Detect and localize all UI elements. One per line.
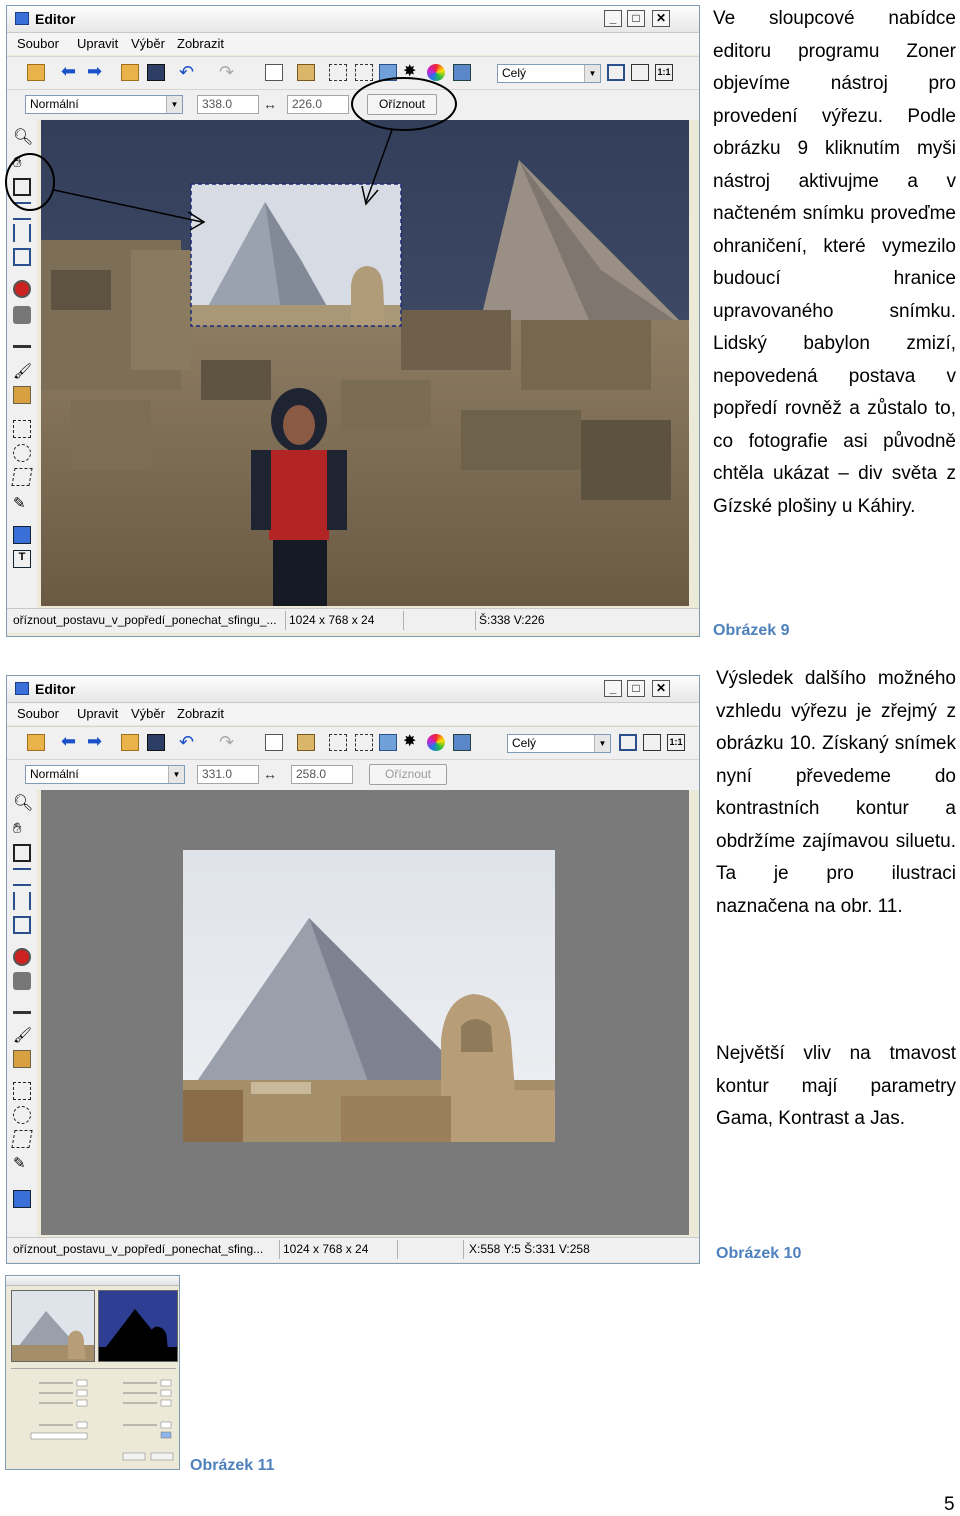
polygon-select-icon[interactable] [11, 1130, 33, 1148]
zoom-value: Celý [512, 736, 537, 750]
status-image-size: 1024 x 768 x 24 [283, 1242, 369, 1256]
crop-tool-highlight-circle [5, 153, 55, 211]
image-adjust-icon[interactable] [379, 734, 397, 751]
paragraph-2: Výsledek dalšího možného vzhledu výřezu … [716, 668, 956, 917]
frame-tool-icon[interactable] [13, 916, 31, 934]
contour-dialog-thumbnail [5, 1275, 180, 1470]
magic-wand-icon[interactable]: ✎ [13, 1154, 31, 1172]
color-wheel-icon[interactable] [427, 734, 445, 751]
fill-tool-icon[interactable] [13, 1050, 31, 1068]
annotation-arrow [365, 129, 393, 203]
slider-controls [30, 1379, 174, 1461]
status-separator [463, 1240, 464, 1259]
cropped-pyramid-photo [183, 850, 555, 1142]
image-canvas[interactable] [41, 790, 689, 1235]
hand-tool-icon[interactable]: ✋︎ [13, 820, 31, 838]
fit-height-icon[interactable] [643, 734, 661, 751]
mode-select[interactable]: Normální ▼ [25, 765, 185, 784]
redo-icon[interactable]: ↷ [219, 733, 237, 751]
dialog-controls-panel [11, 1368, 176, 1464]
close-button[interactable]: ✕ [652, 680, 670, 697]
menu-bar: Soubor Upravit Výběr Zobrazit [7, 703, 699, 725]
title-bar: Editor _ □ ✕ [7, 676, 699, 703]
status-separator [397, 1240, 398, 1259]
fit-window-icon[interactable] [619, 734, 637, 751]
caption-figure-9: Obrázek 9 [713, 622, 790, 639]
lasso-select-icon[interactable] [13, 1106, 31, 1124]
menu-soubor[interactable]: Soubor [17, 706, 59, 721]
red-eye-tool-icon[interactable] [13, 948, 31, 966]
arrow-head-icon [361, 185, 379, 206]
dialog-title-bar [6, 1276, 179, 1286]
silhouette-thumbnail [99, 1291, 177, 1361]
mode-value: Normální [30, 767, 79, 781]
rect-select-icon[interactable] [13, 1082, 31, 1100]
minimize-button[interactable]: _ [604, 680, 622, 697]
effects-icon[interactable] [453, 734, 471, 751]
horizon-tool-icon[interactable] [13, 868, 31, 886]
menu-zobrazit[interactable]: Zobrazit [177, 706, 224, 721]
zoom-tool-icon[interactable]: 🔍︎ [13, 796, 33, 814]
copy-icon[interactable] [265, 734, 283, 751]
back-arrow-icon[interactable]: ⬅ [61, 732, 79, 751]
rotate-icon[interactable] [329, 734, 347, 751]
window-title: Editor [35, 681, 76, 697]
left-toolbox: 🔍︎ ✋︎ 🖌︎ ✎ [7, 790, 37, 1240]
crop-height-input[interactable]: 258.0 [291, 765, 353, 784]
status-cursor-info: X:558 Y:5 Š:331 V:258 [469, 1242, 590, 1256]
chevron-down-icon: ▼ [168, 766, 184, 783]
maximize-button[interactable]: □ [627, 680, 645, 697]
page-number: 5 [944, 1494, 955, 1515]
brush-tool-icon[interactable]: 🖌︎ [13, 1026, 32, 1044]
zoom-1to1-button[interactable]: 1:1 [667, 734, 685, 751]
forward-arrow-icon[interactable]: ➡ [87, 732, 105, 751]
resize-icon[interactable] [355, 734, 373, 751]
main-toolbar: ⬅ ➡ ↶ ↷ ✸ Celý ▼ 1:1 [7, 726, 699, 760]
crop-width-input[interactable]: 331.0 [197, 765, 259, 784]
editor-window-figure-10: Editor _ □ ✕ Soubor Upravit Výběr Zobraz… [6, 675, 700, 1264]
smudge-tool-icon[interactable] [13, 996, 31, 1014]
preview-original [11, 1290, 95, 1362]
undo-icon[interactable]: ↶ [179, 733, 197, 751]
menu-upravit[interactable]: Upravit [77, 706, 118, 721]
open-folder-icon[interactable] [27, 734, 45, 751]
preview-contour [98, 1290, 178, 1362]
annotation-overlay [5, 77, 457, 231]
save-icon[interactable] [147, 734, 165, 751]
brightness-icon[interactable]: ✸ [403, 734, 421, 751]
crop-options-bar: Normální ▼ 331.0 ↔ 258.0 Oříznout [7, 760, 699, 790]
status-separator [279, 1240, 280, 1259]
crop-button-highlight-circle [351, 77, 457, 131]
caption-figure-11: Obrázek 11 [190, 1457, 275, 1474]
crop-tool-icon[interactable] [13, 844, 31, 862]
stamp-tool-icon[interactable] [13, 972, 31, 990]
crop-button[interactable]: Oříznout [369, 764, 447, 785]
paragraph-3: Největší vliv na tmavost kontur mají par… [716, 1043, 956, 1129]
menu-vyber[interactable]: Výběr [131, 706, 165, 721]
original-thumbnail [12, 1311, 94, 1361]
folder-icon[interactable] [121, 734, 139, 751]
width-arrows-icon: ↔ [263, 766, 277, 782]
paste-icon[interactable] [297, 734, 315, 751]
layer-tool-icon[interactable] [13, 1190, 31, 1208]
annotation-arrow [53, 189, 203, 223]
status-bar: oříznout_postavu_v_popředí_ponechat_sfin… [7, 1237, 699, 1262]
perspective-tool-icon[interactable] [13, 892, 31, 910]
caption-figure-10: Obrázek 10 [716, 1245, 802, 1262]
status-filename: oříznout_postavu_v_popředí_ponechat_sfin… [13, 1242, 264, 1256]
app-icon [15, 682, 29, 695]
chevron-down-icon: ▼ [594, 735, 610, 752]
zoom-select[interactable]: Celý ▼ [507, 734, 611, 753]
paragraph-1: Ve sloupcové nabídce editoru programu Zo… [713, 8, 956, 517]
